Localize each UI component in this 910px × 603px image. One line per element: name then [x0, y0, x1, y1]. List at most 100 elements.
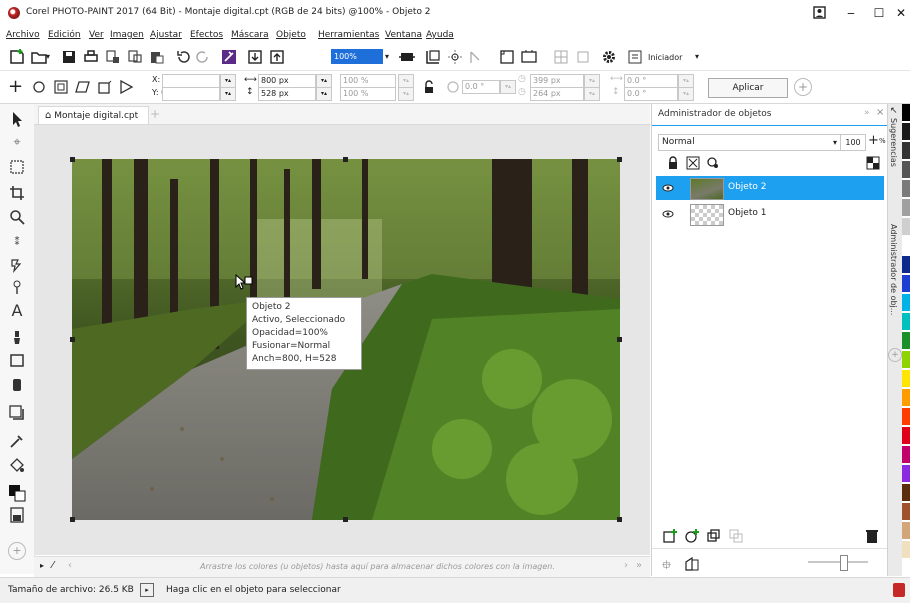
crop-frame-icon[interactable]: [574, 48, 592, 66]
view-mode-icon[interactable]: [424, 48, 442, 66]
eye-icon[interactable]: [662, 182, 674, 194]
width-field[interactable]: 800 px: [258, 74, 316, 88]
panel-close-icon[interactable]: ×: [876, 107, 884, 118]
add-preset-icon[interactable]: +: [794, 78, 812, 96]
skew-v-spinner[interactable]: ▾▴: [678, 87, 694, 101]
menu-objeto[interactable]: Objeto: [276, 30, 306, 40]
handle-bottom-middle[interactable]: [343, 517, 348, 522]
shadow-tool-icon[interactable]: [8, 404, 26, 422]
new-object-icon[interactable]: [662, 528, 678, 544]
lock-icon[interactable]: [666, 156, 680, 170]
layer-row-objeto-1[interactable]: Objeto 1: [656, 202, 884, 226]
menu-ayuda[interactable]: Ayuda: [426, 30, 454, 40]
rotate-object-icon[interactable]: [30, 78, 48, 96]
color-swatch[interactable]: [902, 351, 910, 368]
rotation-spinner[interactable]: ▾▴: [500, 80, 516, 94]
pick-tool-icon[interactable]: [8, 110, 26, 128]
eyedropper-icon[interactable]: ⁄: [52, 560, 54, 571]
fit-page-icon[interactable]: [398, 48, 416, 66]
fill-tool-icon[interactable]: [8, 456, 26, 474]
scroll-end-icon[interactable]: »: [636, 560, 642, 571]
eraser-tool-icon[interactable]: [8, 376, 26, 394]
eye-icon[interactable]: [662, 208, 674, 220]
perspective-icon[interactable]: [118, 78, 136, 96]
color-swatch[interactable]: [902, 370, 910, 387]
new-tab-icon[interactable]: +: [150, 107, 160, 121]
scale-h-spinner[interactable]: ▾▴: [398, 87, 414, 101]
color-swatch[interactable]: [902, 218, 910, 235]
color-swatch[interactable]: [902, 446, 910, 463]
layer-row-objeto-2[interactable]: Objeto 2: [656, 176, 884, 200]
combine-objects-icon[interactable]: [728, 528, 744, 544]
redo-icon[interactable]: [194, 48, 212, 66]
launcher-label[interactable]: Iniciador: [648, 53, 682, 62]
height-spinner[interactable]: ▾▴: [316, 87, 332, 101]
distort-icon[interactable]: [74, 78, 92, 96]
duplicate-object-icon[interactable]: [706, 528, 722, 544]
checker-options-icon[interactable]: [866, 156, 880, 170]
export-arrow-icon[interactable]: [268, 48, 286, 66]
lock-ratio-icon[interactable]: [420, 78, 438, 96]
opacity-plus-icon[interactable]: +: [868, 133, 879, 148]
canvas-area[interactable]: Objeto 2 Activo, Seleccionado Opacidad=1…: [34, 125, 650, 555]
new-lens-icon[interactable]: [684, 528, 700, 544]
maximize-button[interactable]: ☐: [868, 4, 890, 22]
color-management-icon[interactable]: [893, 583, 905, 597]
scale-object-icon[interactable]: [52, 78, 70, 96]
handle-bottom-right[interactable]: [617, 517, 622, 522]
apply-button[interactable]: Aplicar: [708, 78, 788, 98]
zoom-dropdown-icon[interactable]: ▾: [385, 48, 394, 66]
new-file-icon[interactable]: [8, 48, 26, 66]
paint-tool-icon[interactable]: [8, 328, 26, 346]
menu-herramientas[interactable]: Herramientas: [318, 30, 379, 40]
color-swatch[interactable]: [902, 275, 910, 292]
rectangle-mask-tool-icon[interactable]: [8, 158, 26, 176]
menu-ajustar[interactable]: Ajustar: [150, 30, 182, 40]
scroll-left-icon[interactable]: ‹: [68, 560, 72, 571]
eyedropper-tool-icon[interactable]: ⁑: [8, 234, 26, 252]
guide-icon[interactable]: [466, 48, 484, 66]
lab-icon[interactable]: [220, 48, 238, 66]
color-swatch[interactable]: [902, 465, 910, 482]
handle-top-middle[interactable]: [343, 157, 348, 162]
scroll-right-icon[interactable]: ›: [624, 560, 628, 571]
menu-efectos[interactable]: Efectos: [190, 30, 223, 40]
add-docker-icon[interactable]: +: [888, 348, 902, 362]
color-swatch[interactable]: [902, 427, 910, 444]
x-position-field[interactable]: [162, 74, 220, 88]
zoom-tool-icon[interactable]: [8, 208, 26, 226]
mask-mode-icon[interactable]: [8, 506, 26, 524]
color-swatch[interactable]: [902, 408, 910, 425]
center-x-spinner[interactable]: ▾▴: [584, 74, 600, 88]
pipette-tool-icon[interactable]: [8, 432, 26, 450]
print-icon[interactable]: [82, 48, 100, 66]
opacity-field[interactable]: 100: [840, 134, 866, 151]
color-swatch[interactable]: [902, 142, 910, 159]
import-icon[interactable]: [104, 48, 122, 66]
color-swatch[interactable]: [902, 294, 910, 311]
color-swatch[interactable]: [902, 332, 910, 349]
skew-icon[interactable]: [96, 78, 114, 96]
handle-middle-left[interactable]: [70, 337, 75, 342]
side-tab-object-manager[interactable]: Administrador de obj...: [889, 224, 898, 315]
color-swatch[interactable]: [902, 503, 910, 520]
color-swatch[interactable]: [902, 123, 910, 140]
color-swatch[interactable]: [902, 161, 910, 178]
color-swatch[interactable]: [902, 104, 910, 121]
scale-height-field[interactable]: 100 %: [340, 87, 396, 101]
menu-ver[interactable]: Ver: [89, 30, 104, 40]
thumbnail-size-slider[interactable]: [808, 555, 868, 571]
color-swatch[interactable]: [902, 180, 910, 197]
skew-v-field[interactable]: 0.0 °: [624, 87, 678, 101]
scale-width-field[interactable]: 100 %: [340, 74, 396, 88]
menu-edicion[interactable]: Edición: [48, 30, 81, 40]
text-tool-icon[interactable]: A: [8, 302, 26, 320]
height-field[interactable]: 528 px: [258, 87, 316, 101]
window-frame-icon[interactable]: [520, 48, 538, 66]
move-object-icon[interactable]: ⯐: [662, 556, 678, 572]
blend-mode-select[interactable]: Normal ▾: [658, 134, 841, 151]
settings-gear-icon[interactable]: [600, 48, 618, 66]
rectangle-tool-icon[interactable]: [8, 352, 26, 370]
panel-collapse-icon[interactable]: »: [864, 108, 870, 118]
minimize-button[interactable]: ‒: [840, 4, 862, 22]
